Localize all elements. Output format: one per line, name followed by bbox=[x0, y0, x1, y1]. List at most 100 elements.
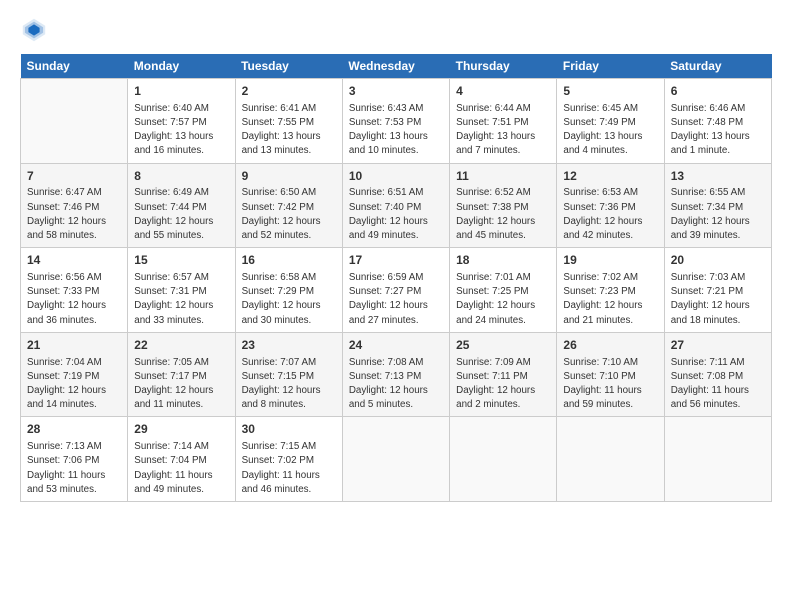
day-number: 19 bbox=[563, 252, 657, 269]
day-info: Sunrise: 6:40 AM Sunset: 7:57 PM Dayligh… bbox=[134, 102, 228, 159]
day-number: 11 bbox=[456, 168, 550, 185]
day-number: 27 bbox=[671, 337, 765, 354]
day-number: 13 bbox=[671, 168, 765, 185]
col-header-thursday: Thursday bbox=[450, 54, 557, 79]
day-number: 20 bbox=[671, 252, 765, 269]
day-info: Sunrise: 6:52 AM Sunset: 7:38 PM Dayligh… bbox=[456, 186, 550, 243]
day-info: Sunrise: 7:05 AM Sunset: 7:17 PM Dayligh… bbox=[134, 356, 228, 413]
day-number: 23 bbox=[242, 337, 336, 354]
day-info: Sunrise: 6:45 AM Sunset: 7:49 PM Dayligh… bbox=[563, 102, 657, 159]
day-number: 24 bbox=[349, 337, 443, 354]
day-number: 8 bbox=[134, 168, 228, 185]
week-row-2: 7Sunrise: 6:47 AM Sunset: 7:46 PM Daylig… bbox=[21, 163, 772, 248]
day-cell bbox=[664, 417, 771, 502]
day-cell: 25 Sunrise: 7:09 AM Sunset: 7:11 PM Dayli… bbox=[450, 332, 557, 417]
day-cell: 14 Sunrise: 6:56 AM Sunset: 7:33 PM Dayli… bbox=[21, 248, 128, 333]
calendar-table: SundayMondayTuesdayWednesdayThursdayFrid… bbox=[20, 54, 772, 502]
day-info: Sunrise: 6:53 AM Sunset: 7:36 PM Dayligh… bbox=[563, 186, 657, 243]
day-cell: 20 Sunrise: 7:03 AM Sunset: 7:21 PM Dayli… bbox=[664, 248, 771, 333]
day-cell: 28Sunrise: 7:13 AM Sunset: 7:06 PM Dayli… bbox=[21, 417, 128, 502]
day-info: Sunrise: 6:51 AM Sunset: 7:40 PM Dayligh… bbox=[349, 186, 443, 243]
day-cell: 21 Sunrise: 7:04 AM Sunset: 7:19 PM Dayli… bbox=[21, 332, 128, 417]
day-info: Sunrise: 7:13 AM Sunset: 7:06 PM Dayligh… bbox=[27, 440, 121, 497]
day-info: Sunrise: 7:15 AM Sunset: 7:02 PM Dayligh… bbox=[242, 440, 336, 497]
day-number: 14 bbox=[27, 252, 121, 269]
day-cell: 19Sunrise: 7:02 AM Sunset: 7:23 PM Dayli… bbox=[557, 248, 664, 333]
day-number: 30 bbox=[242, 421, 336, 438]
day-number: 17 bbox=[349, 252, 443, 269]
day-number: 26 bbox=[563, 337, 657, 354]
logo bbox=[20, 16, 52, 44]
day-info: Sunrise: 7:08 AM Sunset: 7:13 PM Dayligh… bbox=[349, 356, 443, 413]
day-info: Sunrise: 6:59 AM Sunset: 7:27 PM Dayligh… bbox=[349, 271, 443, 328]
day-number: 3 bbox=[349, 83, 443, 100]
col-header-tuesday: Tuesday bbox=[235, 54, 342, 79]
col-header-sunday: Sunday bbox=[21, 54, 128, 79]
day-number: 21 bbox=[27, 337, 121, 354]
day-info: Sunrise: 6:57 AM Sunset: 7:31 PM Dayligh… bbox=[134, 271, 228, 328]
day-cell: 3 Sunrise: 6:43 AM Sunset: 7:53 PM Daylig… bbox=[342, 79, 449, 164]
day-number: 4 bbox=[456, 83, 550, 100]
day-cell: 1 Sunrise: 6:40 AM Sunset: 7:57 PM Daylig… bbox=[128, 79, 235, 164]
day-cell: 22 Sunrise: 7:05 AM Sunset: 7:17 PM Dayli… bbox=[128, 332, 235, 417]
day-number: 15 bbox=[134, 252, 228, 269]
day-info: Sunrise: 6:44 AM Sunset: 7:51 PM Dayligh… bbox=[456, 102, 550, 159]
day-cell: 9Sunrise: 6:50 AM Sunset: 7:42 PM Daylig… bbox=[235, 163, 342, 248]
day-info: Sunrise: 6:56 AM Sunset: 7:33 PM Dayligh… bbox=[27, 271, 121, 328]
day-cell: 13Sunrise: 6:55 AM Sunset: 7:34 PM Dayli… bbox=[664, 163, 771, 248]
day-info: Sunrise: 7:04 AM Sunset: 7:19 PM Dayligh… bbox=[27, 356, 121, 413]
day-cell: 23 Sunrise: 7:07 AM Sunset: 7:15 PM Dayli… bbox=[235, 332, 342, 417]
page: SundayMondayTuesdayWednesdayThursdayFrid… bbox=[0, 0, 792, 612]
col-header-wednesday: Wednesday bbox=[342, 54, 449, 79]
day-cell: 8Sunrise: 6:49 AM Sunset: 7:44 PM Daylig… bbox=[128, 163, 235, 248]
day-cell: 7Sunrise: 6:47 AM Sunset: 7:46 PM Daylig… bbox=[21, 163, 128, 248]
day-number: 6 bbox=[671, 83, 765, 100]
day-info: Sunrise: 7:07 AM Sunset: 7:15 PM Dayligh… bbox=[242, 356, 336, 413]
header-row: SundayMondayTuesdayWednesdayThursdayFrid… bbox=[21, 54, 772, 79]
day-number: 16 bbox=[242, 252, 336, 269]
day-cell: 4 Sunrise: 6:44 AM Sunset: 7:51 PM Daylig… bbox=[450, 79, 557, 164]
day-info: Sunrise: 6:41 AM Sunset: 7:55 PM Dayligh… bbox=[242, 102, 336, 159]
day-number: 25 bbox=[456, 337, 550, 354]
day-number: 29 bbox=[134, 421, 228, 438]
day-number: 10 bbox=[349, 168, 443, 185]
day-info: Sunrise: 7:09 AM Sunset: 7:11 PM Dayligh… bbox=[456, 356, 550, 413]
day-number: 7 bbox=[27, 168, 121, 185]
day-cell: 30 Sunrise: 7:15 AM Sunset: 7:02 PM Dayli… bbox=[235, 417, 342, 502]
day-cell: 11Sunrise: 6:52 AM Sunset: 7:38 PM Dayli… bbox=[450, 163, 557, 248]
day-cell: 24 Sunrise: 7:08 AM Sunset: 7:13 PM Dayli… bbox=[342, 332, 449, 417]
day-info: Sunrise: 6:50 AM Sunset: 7:42 PM Dayligh… bbox=[242, 186, 336, 243]
day-info: Sunrise: 7:14 AM Sunset: 7:04 PM Dayligh… bbox=[134, 440, 228, 497]
header bbox=[20, 16, 772, 44]
day-cell bbox=[21, 79, 128, 164]
day-number: 2 bbox=[242, 83, 336, 100]
week-row-3: 14 Sunrise: 6:56 AM Sunset: 7:33 PM Dayli… bbox=[21, 248, 772, 333]
day-cell: 29 Sunrise: 7:14 AM Sunset: 7:04 PM Dayli… bbox=[128, 417, 235, 502]
day-info: Sunrise: 6:47 AM Sunset: 7:46 PM Dayligh… bbox=[27, 186, 121, 243]
day-number: 9 bbox=[242, 168, 336, 185]
day-cell: 26Sunrise: 7:10 AM Sunset: 7:10 PM Dayli… bbox=[557, 332, 664, 417]
day-cell: 5Sunrise: 6:45 AM Sunset: 7:49 PM Daylig… bbox=[557, 79, 664, 164]
day-info: Sunrise: 7:03 AM Sunset: 7:21 PM Dayligh… bbox=[671, 271, 765, 328]
day-number: 12 bbox=[563, 168, 657, 185]
col-header-friday: Friday bbox=[557, 54, 664, 79]
day-cell: 27 Sunrise: 7:11 AM Sunset: 7:08 PM Dayli… bbox=[664, 332, 771, 417]
day-number: 1 bbox=[134, 83, 228, 100]
day-info: Sunrise: 7:01 AM Sunset: 7:25 PM Dayligh… bbox=[456, 271, 550, 328]
day-cell: 15 Sunrise: 6:57 AM Sunset: 7:31 PM Dayli… bbox=[128, 248, 235, 333]
day-cell: 12Sunrise: 6:53 AM Sunset: 7:36 PM Dayli… bbox=[557, 163, 664, 248]
logo-icon bbox=[20, 16, 48, 44]
col-header-monday: Monday bbox=[128, 54, 235, 79]
day-cell bbox=[450, 417, 557, 502]
day-number: 18 bbox=[456, 252, 550, 269]
week-row-1: 1 Sunrise: 6:40 AM Sunset: 7:57 PM Daylig… bbox=[21, 79, 772, 164]
week-row-5: 28Sunrise: 7:13 AM Sunset: 7:06 PM Dayli… bbox=[21, 417, 772, 502]
day-cell: 10Sunrise: 6:51 AM Sunset: 7:40 PM Dayli… bbox=[342, 163, 449, 248]
day-info: Sunrise: 6:58 AM Sunset: 7:29 PM Dayligh… bbox=[242, 271, 336, 328]
day-cell: 18 Sunrise: 7:01 AM Sunset: 7:25 PM Dayli… bbox=[450, 248, 557, 333]
day-info: Sunrise: 6:55 AM Sunset: 7:34 PM Dayligh… bbox=[671, 186, 765, 243]
day-info: Sunrise: 6:43 AM Sunset: 7:53 PM Dayligh… bbox=[349, 102, 443, 159]
day-cell bbox=[342, 417, 449, 502]
day-info: Sunrise: 7:11 AM Sunset: 7:08 PM Dayligh… bbox=[671, 356, 765, 413]
day-number: 22 bbox=[134, 337, 228, 354]
